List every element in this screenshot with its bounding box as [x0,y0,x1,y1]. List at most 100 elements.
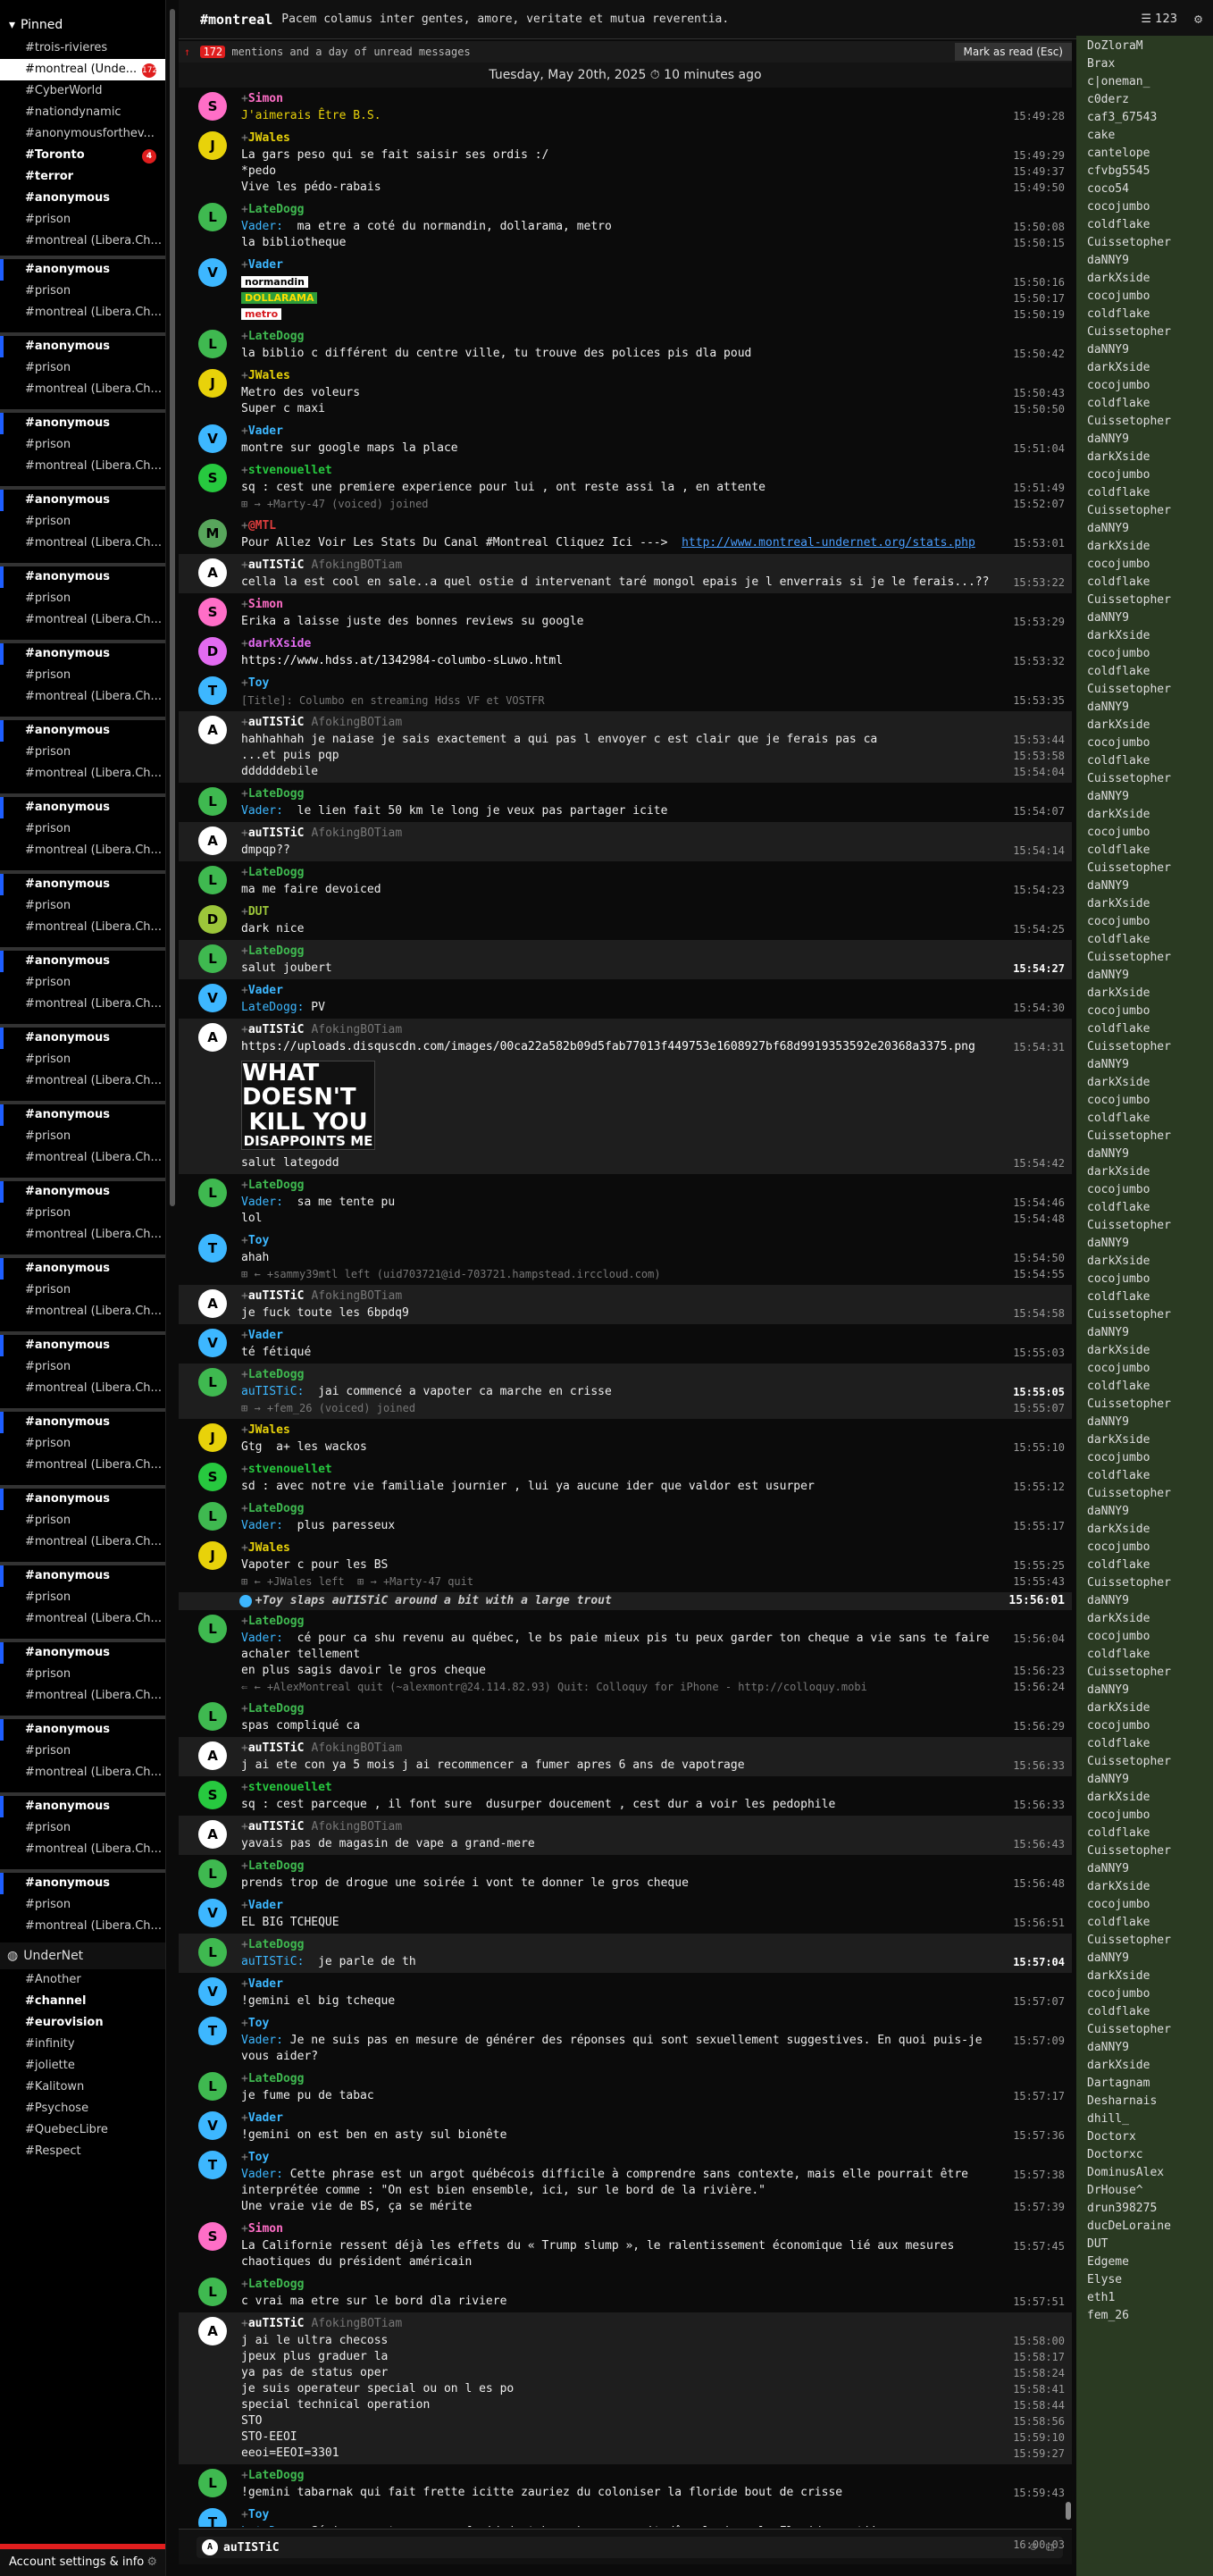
user-list-item[interactable]: coldflake [1076,574,1213,592]
sidebar-channel[interactable]: #nationdynamic [0,102,165,123]
sidebar-channel[interactable]: #prison [0,1894,165,1916]
avatar[interactable]: S [198,92,227,121]
message-author[interactable]: +auTISTiC AfokingBOTiam [241,714,1072,732]
user-list-item[interactable]: daNNY9 [1076,431,1213,449]
avatar[interactable]: L [198,1179,227,1207]
user-list-item[interactable]: coldflake [1076,1288,1213,1306]
sidebar-channel[interactable]: #montreal (Libera.Ch... [0,1455,165,1476]
message-scrollbar[interactable] [1066,2502,1071,2520]
avatar[interactable]: A [198,2317,227,2345]
user-list-item[interactable]: cocojumbo [1076,913,1213,931]
message-author[interactable]: +Toy [241,2506,1072,2524]
author-name[interactable]: Simon [248,92,283,105]
message-author[interactable]: +Simon [241,90,1072,108]
user-list-item[interactable]: Cuissetopher [1076,2021,1213,2039]
mention[interactable]: Vader: [241,2034,283,2047]
sidebar-channel[interactable]: #prison [0,1741,165,1762]
avatar[interactable]: A [198,1741,227,1770]
sidebar-channel[interactable]: #anonymous [0,336,165,357]
message-author[interactable]: +Simon [241,2220,1072,2238]
user-list-item[interactable]: DominusAlex [1076,2164,1213,2182]
avatar[interactable]: S [198,464,227,492]
message-author[interactable]: +LateDogg [241,1936,1072,1954]
message-author[interactable]: +auTISTiC AfokingBOTiam [241,825,1072,843]
sidebar-channel[interactable]: #prison [0,972,165,994]
author-name[interactable]: auTISTiC [248,1023,305,1036]
message-author[interactable]: +auTISTiC AfokingBOTiam [241,1740,1072,1758]
author-name[interactable]: LateDogg [248,2278,305,2291]
avatar[interactable]: A [198,1023,227,1052]
avatar[interactable]: L [198,1502,227,1531]
mention[interactable]: auTISTiC: [241,1385,304,1398]
sidebar-channel[interactable]: #montreal (Libera.Ch... [0,763,165,785]
message-author[interactable]: +LateDogg [241,201,1072,219]
author-name[interactable]: JWales [248,131,290,145]
author-name[interactable]: Vader [248,1899,283,1912]
user-list-item[interactable]: cocojumbo [1076,377,1213,395]
author-name[interactable]: LateDogg [248,2469,305,2482]
user-list-item[interactable]: darkXside [1076,359,1213,377]
user-list-item[interactable]: Cuissetopher [1076,413,1213,431]
message-author[interactable]: +LateDogg [241,1500,1072,1518]
author-name[interactable]: LateDogg [248,866,305,879]
author-name[interactable]: Vader [248,258,283,272]
author-name[interactable]: Toy [248,2151,269,2164]
sidebar-channel[interactable]: #anonymous [0,951,165,972]
mention[interactable]: Vader: [241,804,283,818]
user-list-item[interactable]: c|oneman_ [1076,73,1213,91]
user-list-item[interactable]: coldflake [1076,2003,1213,2021]
avatar[interactable]: T [198,2017,227,2045]
user-list-item[interactable]: Cuissetopher [1076,1574,1213,1592]
author-name[interactable]: Simon [248,2222,283,2236]
user-list-item[interactable]: cocojumbo [1076,1360,1213,1378]
author-name[interactable]: LateDogg [248,203,305,216]
author-name[interactable]: auTISTiC [248,558,305,572]
message-author[interactable]: +LateDogg [241,328,1072,346]
author-name[interactable]: Vader [248,1329,283,1342]
author-name[interactable]: Vader [248,984,283,997]
avatar[interactable]: V [198,2111,227,2140]
user-list-item[interactable]: coldflake [1076,1914,1213,1932]
user-list-item[interactable]: darkXside [1076,270,1213,288]
message-author[interactable]: +LateDogg [241,1366,1072,1384]
sidebar-channel[interactable]: #eurovision [0,2012,165,2034]
sidebar-channel[interactable]: #montreal (Libera.Ch... [0,917,165,938]
user-list-item[interactable]: daNNY9 [1076,1682,1213,1699]
mention[interactable]: Vader: [241,2168,283,2181]
user-list-item[interactable]: cocojumbo [1076,1092,1213,1110]
sidebar-channel[interactable]: #terror [0,166,165,188]
user-list-item[interactable]: Cuissetopher [1076,770,1213,788]
user-list-item[interactable]: coldflake [1076,931,1213,949]
author-name[interactable]: Simon [248,598,283,611]
user-list-item[interactable]: coldflake [1076,1646,1213,1664]
sidebar-scrollbar[interactable] [170,9,175,1206]
user-list-item[interactable]: coldflake [1076,395,1213,413]
user-list-item[interactable]: Cuissetopher [1076,1932,1213,1950]
message-author[interactable]: +Toy [241,2149,1072,2167]
user-list-item[interactable]: daNNY9 [1076,341,1213,359]
author-name[interactable]: LateDogg [248,1615,305,1628]
user-list-item[interactable]: daNNY9 [1076,1771,1213,1789]
message-author[interactable]: +Simon [241,596,1072,614]
user-list-item[interactable]: cocojumbo [1076,1003,1213,1020]
message-author[interactable]: +JWales [241,1540,1072,1557]
user-list-item[interactable]: cocojumbo [1076,645,1213,663]
sidebar-channel[interactable]: #montreal (Libera.Ch... [0,994,165,1015]
message-author[interactable]: +LateDogg [241,2070,1072,2088]
sidebar-channel[interactable]: #anonymous [0,797,165,818]
sidebar-channel[interactable]: #prison [0,1049,165,1070]
mention[interactable]: LateDogg: [241,1001,304,1014]
message-author[interactable]: +LateDogg [241,1700,1072,1718]
user-list-item[interactable]: coldflake [1076,1110,1213,1128]
link-preview-logo[interactable]: metro [241,308,282,320]
message-author[interactable]: +Vader [241,2110,1072,2127]
user-list-item[interactable]: Edgeme [1076,2253,1213,2271]
sidebar-channel[interactable]: #prison [0,895,165,917]
avatar[interactable]: L [198,1615,227,1643]
user-list-item[interactable]: coldflake [1076,752,1213,770]
sidebar-channel[interactable]: #anonymous [0,1104,165,1126]
user-list-item[interactable]: daNNY9 [1076,1503,1213,1521]
user-list-item[interactable]: darkXside [1076,1342,1213,1360]
sidebar-channel[interactable]: #prison [0,209,165,231]
sidebar-channel[interactable]: #montreal (Libera.Ch... [0,1301,165,1322]
